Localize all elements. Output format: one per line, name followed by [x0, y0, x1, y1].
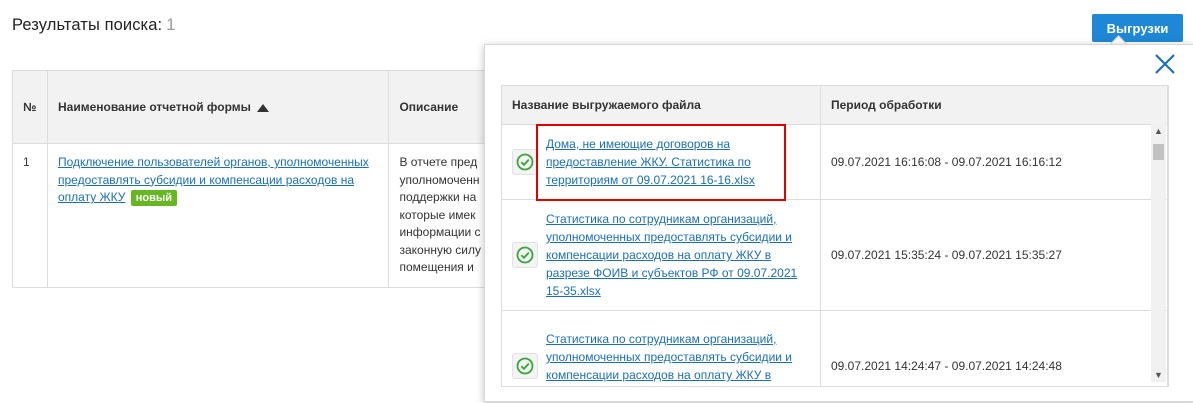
close-icon[interactable]: [1154, 53, 1176, 75]
exports-table-container: Название выгружаемого файла Период обраб…: [501, 85, 1169, 387]
file-cell: Статистика по сотрудникам организаций, у…: [502, 310, 821, 386]
exports-table: Название выгружаемого файла Период обраб…: [502, 86, 1168, 386]
new-badge: новый: [130, 190, 178, 206]
file-cell: Статистика по сотрудникам организаций, у…: [502, 199, 821, 311]
reports-table: № Наименование отчетной формы Описание 1…: [12, 70, 492, 288]
exports-scrollbar[interactable]: ▲ ▼: [1151, 124, 1166, 382]
results-count: 1: [166, 16, 176, 34]
check-circle-icon: [512, 353, 538, 379]
header-file-name: Название выгружаемого файла: [502, 86, 821, 125]
row-name-cell: Подключение пользователей органов, уполн…: [46, 143, 390, 288]
description-line: помещения и: [399, 260, 474, 274]
table-row: Статистика по сотрудникам организаций, у…: [502, 310, 1168, 386]
results-label: Результаты поиска:: [12, 16, 163, 34]
description-line: информации с: [399, 225, 481, 239]
exports-popup: Название выгружаемого файла Период обраб…: [484, 44, 1193, 402]
results-title: Результаты поиска: 1: [12, 16, 176, 35]
check-circle-icon: [512, 149, 538, 175]
period-cell: 09.07.2021 14:24:47 - 09.07.2021 14:24:4…: [820, 310, 1168, 386]
table-row: Статистика по сотрудникам организаций, у…: [502, 199, 1168, 311]
header-name-label: Наименование отчетной формы: [57, 100, 251, 114]
table-row: Дома, не имеющие договоров на предоставл…: [502, 124, 1168, 200]
file-cell: Дома, не имеющие договоров на предоставл…: [502, 124, 821, 200]
row-description: В отчете пред уполномоченн поддержки на …: [388, 143, 492, 288]
scroll-up-icon[interactable]: ▲: [1151, 124, 1166, 138]
scroll-thumb[interactable]: [1153, 144, 1164, 160]
period-cell: 09.07.2021 16:16:08 - 09.07.2021 16:16:1…: [820, 124, 1168, 200]
period-cell: 09.07.2021 15:35:24 - 09.07.2021 15:35:2…: [820, 199, 1168, 311]
sort-asc-icon[interactable]: [256, 103, 269, 112]
header-num: №: [12, 70, 48, 144]
exports-button[interactable]: Выгрузки: [1092, 14, 1183, 42]
file-link[interactable]: Статистика по сотрудникам организаций, у…: [546, 210, 810, 300]
description-line: поддержки на: [399, 190, 477, 204]
file-link[interactable]: Статистика по сотрудникам организаций, у…: [546, 330, 810, 386]
file-link[interactable]: Дома, не имеющие договоров на предоставл…: [546, 135, 810, 189]
header-name[interactable]: Наименование отчетной формы: [46, 70, 390, 144]
header-description: Описание: [388, 70, 492, 144]
description-line: уполномоченн: [399, 172, 480, 187]
report-link[interactable]: Подключение пользователей органов, уполн…: [58, 155, 369, 204]
reports-table-header: № Наименование отчетной формы Описание: [12, 70, 492, 144]
description-line: В отчете пред: [399, 155, 478, 169]
table-row: 1 Подключение пользователей органов, упо…: [12, 143, 492, 288]
exports-table-header: Название выгружаемого файла Период обраб…: [502, 86, 1168, 125]
description-line: законную силу: [399, 242, 481, 257]
check-circle-icon: [512, 242, 538, 268]
header-period: Период обработки: [820, 86, 1168, 125]
row-num: 1: [12, 143, 48, 288]
description-line: которые имек: [399, 207, 476, 222]
scroll-down-icon[interactable]: ▼: [1151, 368, 1166, 382]
